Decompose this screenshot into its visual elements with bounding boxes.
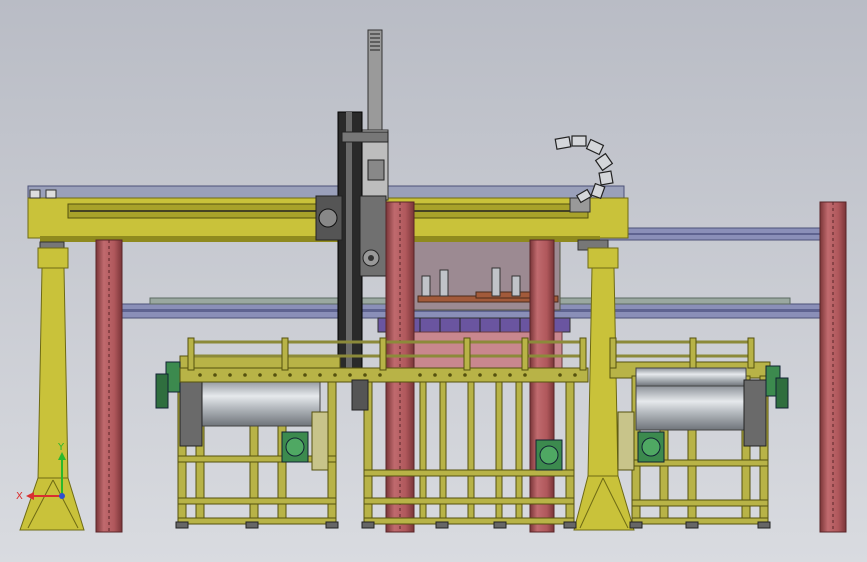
cad-model-canvas[interactable]: X Y (0, 0, 867, 562)
cad-viewport[interactable]: X Y (0, 0, 867, 562)
triad-z-axis (59, 493, 65, 499)
triad-x-label: X (16, 491, 23, 502)
triad-y-label: Y (57, 442, 65, 453)
